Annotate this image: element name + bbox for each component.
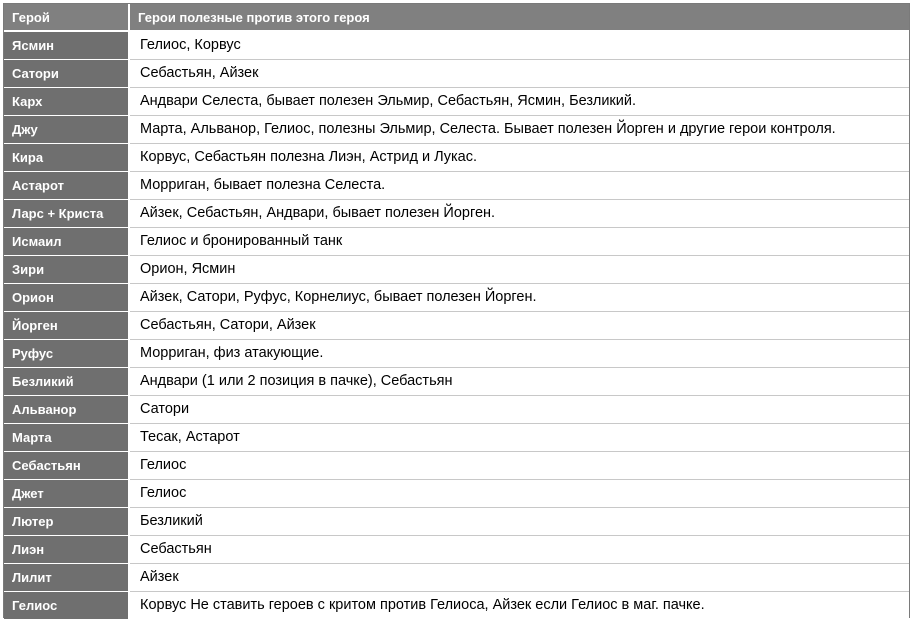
table-row: Йорген Себастьян, Сатори, Айзек — [4, 311, 909, 340]
hero-name-cell: Безликий — [4, 367, 130, 396]
hero-name-cell: Зири — [4, 255, 130, 284]
table-row: Марта Тесак, Астарот — [4, 423, 909, 452]
table-row: Карх Андвари Селеста, бывает полезен Эльм… — [4, 87, 909, 116]
hero-name-cell: Руфус — [4, 339, 130, 368]
hero-counter-table: Герой Герои полезные против этого героя … — [4, 4, 909, 619]
counter-heroes-cell: Морриган, бывает полезна Селеста. — [129, 171, 909, 200]
hero-name-cell: Лилит — [4, 563, 130, 592]
column-header-hero: Герой — [4, 4, 130, 32]
table-row: Безликий Андвари (1 или 2 позиция в пачке… — [4, 367, 909, 396]
hero-name-cell: Альванор — [4, 395, 130, 424]
counter-heroes-cell: Корвус Не ставить героев с критом против… — [129, 591, 909, 619]
counter-heroes-cell: Орион, Ясмин — [129, 255, 909, 284]
table-row: Лиэн Себастьян — [4, 535, 909, 564]
table-row: Альванор Сатори — [4, 395, 909, 424]
counter-heroes-cell: Себастьян — [129, 535, 909, 564]
counter-heroes-cell: Корвус, Себастьян полезна Лиэн, Астрид и… — [129, 143, 909, 172]
counter-heroes-cell: Андвари Селеста, бывает полезен Эльмир, … — [129, 87, 909, 116]
counter-heroes-cell: Айзек, Сатори, Руфус, Корнелиус, бывает … — [129, 283, 909, 312]
hero-name-cell: Сатори — [4, 59, 130, 88]
hero-name-cell: Джу — [4, 115, 130, 144]
hero-name-cell: Марта — [4, 423, 130, 452]
hero-name-cell: Джет — [4, 479, 130, 508]
hero-name-cell: Ларс + Криста — [4, 199, 130, 228]
table-row: Ларс + Криста Айзек, Себастьян, Андвари, … — [4, 199, 909, 228]
hero-name-cell: Орион — [4, 283, 130, 312]
counter-heroes-cell: Безликий — [129, 507, 909, 536]
counter-heroes-cell: Айзек, Себастьян, Андвари, бывает полезе… — [129, 199, 909, 228]
table-row: Себастьян Гелиос — [4, 451, 909, 480]
table-row: Сатори Себастьян, Айзек — [4, 59, 909, 88]
table-body: Ясмин Гелиос, Корвус Сатори Себастьян, Айзе… — [4, 31, 909, 619]
table-row: Джет Гелиос — [4, 479, 909, 508]
hero-name-cell: Карх — [4, 87, 130, 116]
hero-name-cell: Исмаил — [4, 227, 130, 256]
counter-heroes-cell: Сатори — [129, 395, 909, 424]
table-row: Джу Марта, Альванор, Гелиос, полезны Эльм… — [4, 115, 909, 144]
table-row: Ясмин Гелиос, Корвус — [4, 31, 909, 60]
counter-heroes-cell: Айзек — [129, 563, 909, 592]
table-header-row: Герой Герои полезные против этого героя — [4, 4, 909, 32]
hero-counter-table-frame: Герой Герои полезные против этого героя … — [3, 3, 910, 619]
table-row: Исмаил Гелиос и бронированный танк — [4, 227, 909, 256]
hero-name-cell: Ясмин — [4, 31, 130, 60]
table-row: Лютер Безликий — [4, 507, 909, 536]
hero-name-cell: Лютер — [4, 507, 130, 536]
counter-heroes-cell: Тесак, Астарот — [129, 423, 909, 452]
hero-name-cell: Кира — [4, 143, 130, 172]
table-row: Орион Айзек, Сатори, Руфус, Корнелиус, бы… — [4, 283, 909, 312]
counter-heroes-cell: Гелиос — [129, 479, 909, 508]
counter-heroes-cell: Себастьян, Айзек — [129, 59, 909, 88]
hero-name-cell: Астарот — [4, 171, 130, 200]
table-row: Лилит Айзек — [4, 563, 909, 592]
table-row: Зири Орион, Ясмин — [4, 255, 909, 284]
table-row: Кира Корвус, Себастьян полезна Лиэн, Астр… — [4, 143, 909, 172]
hero-name-cell: Гелиос — [4, 591, 130, 619]
hero-name-cell: Себастьян — [4, 451, 130, 480]
counter-heroes-cell: Себастьян, Сатори, Айзек — [129, 311, 909, 340]
counter-heroes-cell: Андвари (1 или 2 позиция в пачке), Себас… — [129, 367, 909, 396]
counter-heroes-cell: Морриган, физ атакующие. — [129, 339, 909, 368]
counter-heroes-cell: Гелиос, Корвус — [129, 31, 909, 60]
hero-name-cell: Йорген — [4, 311, 130, 340]
counter-heroes-cell: Гелиос и бронированный танк — [129, 227, 909, 256]
hero-name-cell: Лиэн — [4, 535, 130, 564]
counter-heroes-cell: Марта, Альванор, Гелиос, полезны Эльмир,… — [129, 115, 909, 144]
table-row: Астарот Морриган, бывает полезна Селеста. — [4, 171, 909, 200]
table-row: Гелиос Корвус Не ставить героев с критом … — [4, 591, 909, 619]
counter-heroes-cell: Гелиос — [129, 451, 909, 480]
table-row: Руфус Морриган, физ атакующие. — [4, 339, 909, 368]
column-header-counters: Герои полезные против этого героя — [129, 4, 909, 32]
